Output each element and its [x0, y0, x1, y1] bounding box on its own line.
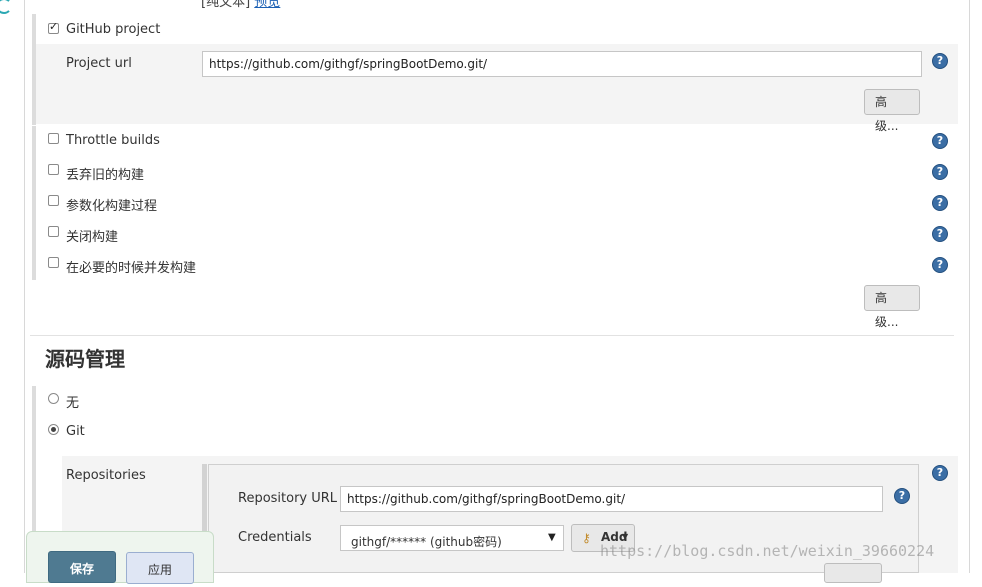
repository-advanced-button[interactable] — [824, 563, 882, 583]
repository-url-label: Repository URL — [238, 491, 338, 506]
apply-button[interactable]: 应用 — [126, 552, 194, 584]
project-url-label: Project url — [66, 56, 132, 71]
concurrent-build-checkbox[interactable] — [48, 257, 59, 268]
preview-link[interactable]: 预览 — [254, 0, 280, 10]
throttle-builds-checkbox[interactable] — [48, 133, 59, 144]
scm-git-label: Git — [66, 424, 85, 439]
disable-build-label: 关闭构建 — [66, 230, 119, 245]
concurrent-build-label: 在必要的时候并发构建 — [66, 261, 197, 276]
help-icon[interactable]: ? — [932, 164, 948, 180]
repositories-label: Repositories — [66, 468, 146, 483]
loading-spinner-icon — [0, 0, 12, 14]
options-block-bar — [32, 126, 36, 280]
watermark: https://blog.csdn.net/weixin_39660224 — [600, 542, 935, 560]
key-icon: ⚷ — [582, 531, 591, 545]
parameterized-build-label: 参数化构建过程 — [66, 199, 158, 214]
github-advanced-button[interactable]: 高级... — [864, 89, 920, 133]
markup-format-text: [纯文本] — [201, 0, 251, 10]
dropdown-arrow-icon: ▼ — [548, 532, 556, 543]
scm-none-label: 无 — [66, 396, 80, 411]
markup-format-line: [纯文本] 预览 — [201, 0, 280, 10]
github-project-checkbox[interactable] — [48, 20, 59, 34]
repository-url-input[interactable]: https://github.com/githgf/springBootDemo… — [340, 486, 883, 512]
options-advanced-button[interactable]: 高级... — [864, 285, 920, 329]
chevron-down-icon: ▼ — [622, 532, 629, 541]
help-icon[interactable]: ? — [932, 257, 948, 273]
disable-build-checkbox[interactable] — [48, 226, 59, 237]
help-icon[interactable]: ? — [932, 226, 948, 242]
throttle-builds-label: Throttle builds — [66, 133, 160, 148]
parameterized-build-checkbox[interactable] — [48, 195, 59, 206]
help-icon[interactable]: ? — [932, 465, 948, 481]
credentials-select[interactable]: githgf/****** (github密码) — [340, 525, 564, 551]
project-url-input[interactable]: https://github.com/githgf/springBootDemo… — [202, 51, 922, 77]
help-icon[interactable]: ? — [932, 195, 948, 211]
help-icon[interactable]: ? — [894, 488, 910, 504]
github-project-label: GitHub project — [66, 22, 161, 37]
section-divider — [30, 335, 954, 336]
scm-section-title: 源码管理 — [45, 347, 125, 371]
help-icon[interactable]: ? — [932, 53, 948, 69]
discard-old-builds-label: 丢弃旧的构建 — [66, 168, 145, 183]
scm-none-radio[interactable] — [48, 393, 59, 404]
scm-git-radio[interactable] — [48, 424, 59, 435]
credentials-label: Credentials — [238, 530, 312, 545]
save-button[interactable]: 保存 — [48, 551, 116, 583]
help-icon[interactable]: ? — [932, 133, 948, 149]
discard-old-builds-checkbox[interactable] — [48, 164, 59, 175]
